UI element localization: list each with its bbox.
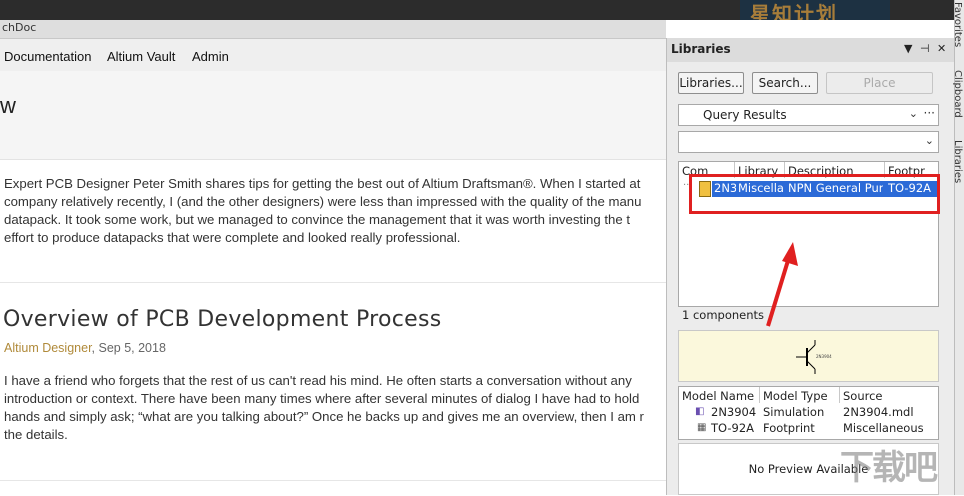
article-date: , Sep 5, 2018 <box>91 341 166 355</box>
place-button[interactable]: Place <box>826 72 933 94</box>
article-line: hands and simply ask; “what are you talk… <box>4 409 644 424</box>
article-meta: Altium Designer, Sep 5, 2018 <box>4 341 166 355</box>
page-title: w <box>0 93 16 118</box>
tab-favorites[interactable]: Favorites <box>952 2 963 47</box>
library-select[interactable]: Query Results ⌄ ··· <box>678 104 939 126</box>
libraries-button[interactable]: Libraries... <box>678 72 744 94</box>
red-arrow-icon <box>766 242 798 327</box>
background-banner-text: 星知计划 <box>750 2 838 20</box>
symbol-preview: 2N3904 <box>678 330 939 382</box>
model-type: Simulation <box>763 405 825 419</box>
tab-libraries[interactable]: Libraries <box>952 140 963 183</box>
nav-item-altium-vault[interactable]: Altium Vault <box>107 49 175 64</box>
close-icon[interactable]: ✕ <box>937 42 946 55</box>
column-divider <box>839 387 840 403</box>
watermark: 下载吧 <box>840 448 938 488</box>
models-grid: Model Name Model Type Source ◧ 2N3904 Si… <box>678 386 939 440</box>
filter-select[interactable]: ⌄ <box>678 131 939 153</box>
panel-menu-icon[interactable]: ▼ <box>904 42 912 55</box>
intro-line: datapack. It took some work, but we mana… <box>4 212 631 227</box>
article-line: I have a friend who forgets that the res… <box>4 373 632 388</box>
model-type: Footprint <box>763 421 815 435</box>
divider <box>0 282 666 283</box>
search-button[interactable]: Search... <box>752 72 818 94</box>
background-window-strip: 星知计划 <box>0 0 964 20</box>
highlight-box <box>689 174 940 214</box>
side-panel-tabs: Favorites Clipboard Libraries <box>952 0 964 495</box>
more-options-icon[interactable]: ··· <box>924 106 935 120</box>
column-header-model-name[interactable]: Model Name <box>682 389 754 403</box>
library-select-value: Query Results <box>703 108 787 122</box>
model-source: 2N3904.mdl <box>843 405 914 419</box>
document-tab-title[interactable]: chDoc <box>2 21 36 34</box>
model-name[interactable]: 2N3904 <box>711 405 756 419</box>
article-category-link[interactable]: Altium Designer <box>4 341 92 355</box>
column-header-model-type[interactable]: Model Type <box>763 389 828 403</box>
libraries-panel-title: Libraries <box>671 42 731 56</box>
transistor-symbol-icon: 2N3904 <box>796 340 832 374</box>
symbol-label: 2N3904 <box>816 354 832 359</box>
article-line: the details. <box>4 427 68 442</box>
simulation-model-icon: ◧ <box>695 406 705 417</box>
pin-icon[interactable]: ⊣ <box>920 42 930 55</box>
libraries-panel-header: Libraries ▼ ⊣ ✕ <box>667 38 955 62</box>
nav-item-admin[interactable]: Admin <box>192 49 229 64</box>
document-tab-bar: chDoc <box>0 20 666 39</box>
footprint-model-icon: ▦ <box>697 422 707 433</box>
model-source: Miscellaneous <box>843 421 924 435</box>
chevron-down-icon: ⌄ <box>924 134 934 147</box>
article-title[interactable]: Overview of PCB Development Process <box>3 307 442 332</box>
site-nav-bar: Documentation Altium Vault Admin <box>0 39 666 71</box>
column-divider <box>759 387 760 403</box>
page-header: w <box>0 71 666 159</box>
intro-line: effort to produce datapacks that were co… <box>4 230 461 245</box>
article-content: Expert PCB Designer Peter Smith shares t… <box>0 159 666 496</box>
intro-line: company relatively recently, I (and the … <box>4 194 642 209</box>
component-count: 1 components <box>682 308 765 322</box>
divider <box>0 480 666 481</box>
tab-clipboard[interactable]: Clipboard <box>952 70 963 118</box>
column-header-source[interactable]: Source <box>843 389 883 403</box>
nav-item-documentation[interactable]: Documentation <box>4 49 91 64</box>
libraries-panel: Libraries ▼ ⊣ ✕ Libraries... Search... P… <box>666 38 955 495</box>
model-name[interactable]: TO-92A <box>711 421 754 435</box>
intro-line: Expert PCB Designer Peter Smith shares t… <box>4 176 641 191</box>
chevron-down-icon: ⌄ <box>908 107 918 120</box>
article-line: introduction or context. There have been… <box>4 391 640 406</box>
